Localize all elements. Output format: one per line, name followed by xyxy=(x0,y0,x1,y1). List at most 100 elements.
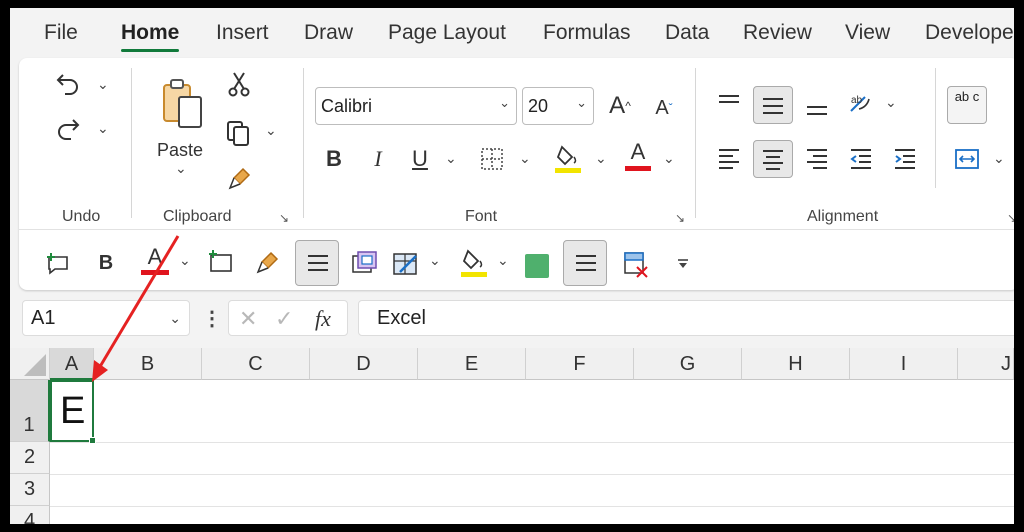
more-options-icon[interactable]: ⋮ xyxy=(202,306,222,331)
font-size-select[interactable]: 20 ⌄ xyxy=(522,87,594,125)
font-color-dropdown-icon[interactable]: ⌄ xyxy=(663,150,675,167)
format-painter-icon[interactable] xyxy=(225,164,255,194)
select-all-button[interactable] xyxy=(10,348,50,380)
quick-font-color-dropdown-icon[interactable]: ⌄ xyxy=(179,252,191,269)
copy-dropdown-icon[interactable]: ⌄ xyxy=(265,122,277,139)
row-header-2[interactable]: 2 xyxy=(10,442,50,474)
align-left-icon[interactable] xyxy=(713,142,745,174)
orientation-icon[interactable]: ab xyxy=(845,88,877,118)
new-comment-icon[interactable] xyxy=(43,248,73,278)
tab-formulas[interactable]: Formulas xyxy=(543,21,631,45)
column-header-a[interactable]: A xyxy=(50,348,94,380)
quick-align-middle-button[interactable] xyxy=(563,240,607,286)
underline-dropdown-icon[interactable]: ⌄ xyxy=(445,150,457,167)
quick-font-color-icon[interactable]: A xyxy=(139,242,171,278)
align-middle-button[interactable] xyxy=(753,86,793,124)
tab-developer[interactable]: Develope xyxy=(925,21,1014,45)
column-header-j[interactable]: J xyxy=(958,348,1014,380)
enter-icon[interactable]: ✓ xyxy=(275,306,293,332)
paste-dropdown-icon[interactable]: ⌄ xyxy=(175,160,187,177)
insert-table-icon[interactable] xyxy=(205,246,235,276)
format-table-icon[interactable] xyxy=(391,248,421,278)
column-header-d[interactable]: D xyxy=(310,348,418,380)
column-header-h[interactable]: H xyxy=(742,348,850,380)
undo-icon[interactable] xyxy=(53,68,83,98)
customize-toolbar-icon[interactable] xyxy=(671,252,695,276)
column-header-f[interactable]: F xyxy=(526,348,634,380)
increase-indent-icon[interactable] xyxy=(889,142,921,174)
redo-icon[interactable] xyxy=(53,113,83,143)
tab-data[interactable]: Data xyxy=(665,21,709,45)
align-top-icon[interactable] xyxy=(713,88,745,118)
decrease-font-size-icon[interactable]: Aˇ xyxy=(647,92,681,124)
quick-center-button[interactable] xyxy=(295,240,339,286)
clipboard-launcher-icon[interactable]: ↘ xyxy=(279,211,289,225)
font-size-value: 20 xyxy=(528,95,549,116)
row-header-3[interactable]: 3 xyxy=(10,474,50,506)
underline-button[interactable]: U xyxy=(405,144,435,174)
fill-handle[interactable] xyxy=(89,437,96,444)
tab-insert[interactable]: Insert xyxy=(216,21,269,45)
redo-dropdown-icon[interactable]: ⌄ xyxy=(97,120,109,137)
formula-input[interactable]: Excel xyxy=(358,300,1014,336)
tab-home[interactable]: Home xyxy=(121,21,180,52)
cell-styles-icon[interactable] xyxy=(349,248,379,278)
excel-window: File Home Insert Draw Page Layout Formul… xyxy=(10,8,1014,524)
column-header-c[interactable]: C xyxy=(202,348,310,380)
column-header-e[interactable]: E xyxy=(418,348,526,380)
green-fill-swatch[interactable] xyxy=(525,254,549,278)
quick-bold-button[interactable]: B xyxy=(93,248,119,278)
increase-font-size-icon[interactable]: A ^ xyxy=(603,90,637,122)
borders-dropdown-icon[interactable]: ⌄ xyxy=(519,150,531,167)
align-bottom-icon[interactable] xyxy=(801,92,833,122)
borders-icon[interactable] xyxy=(477,144,507,174)
undo-dropdown-icon[interactable]: ⌄ xyxy=(97,76,109,93)
group-label-clipboard: Clipboard xyxy=(163,208,232,225)
delete-cells-icon[interactable] xyxy=(621,248,651,280)
quick-fill-color-dropdown-icon[interactable]: ⌄ xyxy=(497,252,509,269)
merge-center-icon[interactable] xyxy=(951,144,983,174)
format-table-dropdown-icon[interactable]: ⌄ xyxy=(429,252,441,269)
worksheet-grid[interactable]: A B C D E F G H I J 1 2 3 4 E xyxy=(10,348,1014,524)
quick-fill-color-icon[interactable] xyxy=(459,246,489,280)
formula-buttons: ✕ ✓ fx xyxy=(228,300,348,336)
cancel-icon[interactable]: ✕ xyxy=(239,306,257,332)
paste-button-label[interactable]: Paste xyxy=(157,140,203,161)
group-label-font: Font xyxy=(465,208,498,225)
orientation-dropdown-icon[interactable]: ⌄ xyxy=(885,94,897,111)
align-center-button[interactable] xyxy=(753,140,793,178)
italic-button[interactable]: I xyxy=(363,144,393,174)
tab-view[interactable]: View xyxy=(845,21,890,45)
name-box-value: A1 xyxy=(31,307,56,329)
cut-icon[interactable] xyxy=(225,70,253,98)
tab-file[interactable]: File xyxy=(44,21,78,45)
paste-icon[interactable] xyxy=(159,76,209,132)
wrap-text-button[interactable]: ab c xyxy=(947,86,987,124)
font-color-icon[interactable]: A xyxy=(623,138,653,174)
name-box[interactable]: A1 ⌄ xyxy=(22,300,190,336)
column-header-i[interactable]: I xyxy=(850,348,958,380)
row-header-1[interactable]: 1 xyxy=(10,380,50,442)
tab-page-layout[interactable]: Page Layout xyxy=(388,21,506,45)
column-header-b[interactable]: B xyxy=(94,348,202,380)
decrease-indent-icon[interactable] xyxy=(845,142,877,174)
align-right-icon[interactable] xyxy=(801,142,833,174)
cell-a1[interactable]: E xyxy=(50,380,94,442)
insert-function-icon[interactable]: fx xyxy=(315,306,331,332)
ribbon-panel: ⌄ ⌄ Undo Paste ⌄ ⌄ Clipboard ↘ Calibri ⌄ xyxy=(19,58,1014,290)
copy-icon[interactable] xyxy=(223,118,253,148)
column-header-g[interactable]: G xyxy=(634,348,742,380)
font-name-select[interactable]: Calibri ⌄ xyxy=(315,87,517,125)
quick-format-painter-icon[interactable] xyxy=(253,248,283,278)
tab-review[interactable]: Review xyxy=(743,21,812,45)
bold-button[interactable]: B xyxy=(319,144,349,174)
fill-color-icon[interactable] xyxy=(553,142,583,176)
fill-color-dropdown-icon[interactable]: ⌄ xyxy=(595,150,607,167)
group-label-undo: Undo xyxy=(62,208,101,225)
merge-dropdown-icon[interactable]: ⌄ xyxy=(993,150,1005,167)
tab-draw[interactable]: Draw xyxy=(304,21,353,45)
font-launcher-icon[interactable]: ↘ xyxy=(675,211,685,225)
alignment-launcher-icon[interactable]: ↘ xyxy=(1007,211,1014,225)
row-header-4[interactable]: 4 xyxy=(10,506,50,524)
chevron-down-icon[interactable]: ⌄ xyxy=(169,310,181,327)
